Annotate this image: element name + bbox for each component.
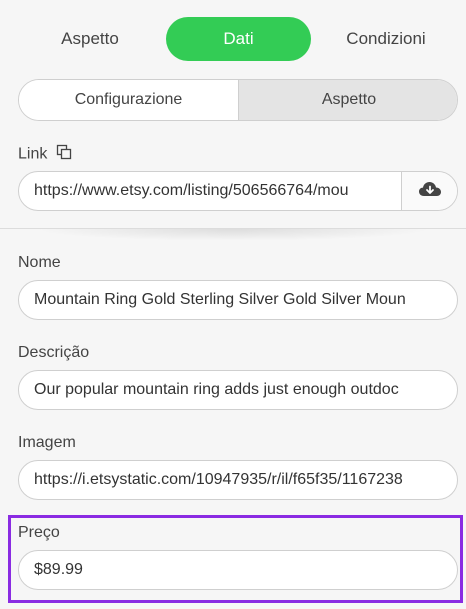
descricao-label: Descrição	[18, 344, 90, 361]
segmented-control: Configurazione Aspetto	[18, 79, 458, 121]
preco-input[interactable]: $89.99	[34, 551, 447, 589]
section-divider	[0, 228, 466, 243]
descricao-field[interactable]: Our popular mountain ring adds just enou…	[18, 370, 458, 410]
link-label: Link	[18, 145, 48, 163]
segment-configurazione[interactable]: Configurazione	[19, 80, 238, 120]
link-input[interactable]: https://www.etsy.com/listing/506566764/m…	[34, 172, 397, 210]
top-tabs: Aspetto Dati Condizioni	[0, 0, 466, 80]
preco-label: Preço	[18, 524, 60, 541]
nome-input[interactable]: Mountain Ring Gold Sterling Silver Gold …	[34, 281, 447, 319]
imagem-field[interactable]: https://i.etsystatic.com/10947935/r/il/f…	[18, 460, 458, 500]
descricao-input[interactable]: Our popular mountain ring adds just enou…	[34, 371, 447, 409]
copy-link-icon[interactable]	[56, 144, 72, 165]
tab-aspetto[interactable]: Aspetto	[30, 17, 150, 61]
link-label-row: Link	[18, 144, 72, 165]
tab-condizioni[interactable]: Condizioni	[326, 17, 446, 61]
tab-dati[interactable]: Dati	[166, 17, 311, 61]
cloud-download-icon	[418, 180, 442, 203]
imagem-label: Imagem	[18, 434, 76, 451]
nome-label: Nome	[18, 254, 61, 271]
imagem-input[interactable]: https://i.etsystatic.com/10947935/r/il/f…	[34, 461, 447, 499]
preco-field[interactable]: $89.99	[18, 550, 458, 590]
link-field[interactable]: https://www.etsy.com/listing/506566764/m…	[18, 171, 458, 211]
download-button[interactable]	[401, 172, 457, 210]
nome-field[interactable]: Mountain Ring Gold Sterling Silver Gold …	[18, 280, 458, 320]
segment-aspetto[interactable]: Aspetto	[238, 80, 457, 120]
